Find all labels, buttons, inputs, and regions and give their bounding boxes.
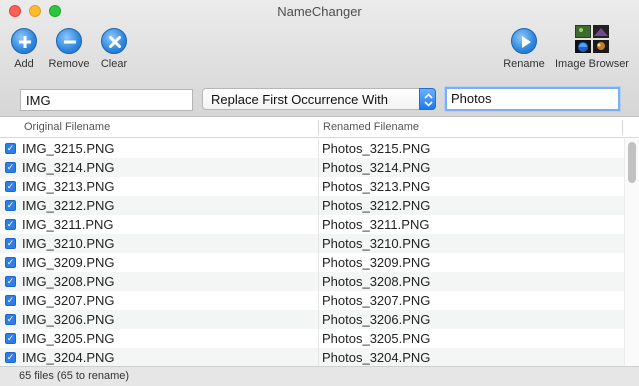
- rename-button[interactable]: Rename: [502, 28, 546, 70]
- original-text-value: IMG: [26, 93, 51, 108]
- renamed-filename-cell: Photos_3214.PNG: [322, 160, 431, 175]
- original-filename-cell: IMG_3206.PNG: [22, 312, 115, 327]
- original-filename-cell: IMG_3208.PNG: [22, 274, 115, 289]
- image-browser-button[interactable]: Image Browser: [551, 25, 633, 70]
- replacement-text-value: Photos: [451, 91, 492, 106]
- renamed-filename-cell: Photos_3209.PNG: [322, 255, 431, 270]
- clear-button[interactable]: Clear: [99, 28, 129, 70]
- renamed-filename-cell: Photos_3212.PNG: [322, 198, 431, 213]
- table-row[interactable]: ✓ IMG_3209.PNG Photos_3209.PNG: [0, 253, 639, 272]
- original-text-field[interactable]: IMG: [20, 89, 193, 111]
- table-row[interactable]: ✓ IMG_3205.PNG Photos_3205.PNG: [0, 329, 639, 348]
- original-filename-cell: IMG_3204.PNG: [22, 350, 115, 365]
- original-filename-cell: IMG_3211.PNG: [22, 217, 114, 232]
- row-checkbox[interactable]: ✓: [5, 257, 16, 268]
- x-icon: [101, 28, 127, 54]
- table-row[interactable]: ✓ IMG_3213.PNG Photos_3213.PNG: [0, 177, 639, 196]
- renamed-filename-cell: Photos_3204.PNG: [322, 350, 431, 365]
- original-filename-cell: IMG_3209.PNG: [22, 255, 115, 270]
- remove-button[interactable]: Remove: [47, 28, 91, 70]
- window-title: NameChanger: [277, 4, 362, 19]
- row-checkbox[interactable]: ✓: [5, 181, 16, 192]
- minus-icon: [56, 28, 82, 54]
- row-checkbox[interactable]: ✓: [5, 352, 16, 363]
- original-filename-cell: IMG_3210.PNG: [22, 236, 115, 251]
- header-renamed-filename[interactable]: Renamed Filename: [323, 121, 419, 133]
- original-filename-cell: IMG_3215.PNG: [22, 141, 115, 156]
- table-row[interactable]: ✓ IMG_3204.PNG Photos_3204.PNG: [0, 348, 639, 366]
- original-filename-cell: IMG_3212.PNG: [22, 198, 115, 213]
- rename-mode-value: Replace First Occurrence With: [211, 92, 388, 107]
- row-checkbox[interactable]: ✓: [5, 333, 16, 344]
- original-filename-cell: IMG_3205.PNG: [22, 331, 115, 346]
- image-browser-label: Image Browser: [555, 58, 629, 70]
- plus-icon: [11, 28, 37, 54]
- renamed-filename-cell: Photos_3208.PNG: [322, 274, 431, 289]
- rename-label: Rename: [503, 58, 545, 70]
- image-browser-icon: [551, 25, 633, 58]
- play-icon: [511, 28, 537, 54]
- replacement-text-field[interactable]: Photos: [445, 87, 620, 111]
- original-filename-cell: IMG_3213.PNG: [22, 179, 115, 194]
- renamed-filename-cell: Photos_3210.PNG: [322, 236, 431, 251]
- scrollbar-thumb[interactable]: [628, 142, 636, 183]
- table-header: Original Filename Renamed Filename: [0, 117, 639, 138]
- table-row[interactable]: ✓ IMG_3206.PNG Photos_3206.PNG: [0, 310, 639, 329]
- add-label: Add: [14, 58, 34, 70]
- toolbar-area: NameChanger Add Remove Clear Rename Imag…: [0, 0, 639, 117]
- row-checkbox[interactable]: ✓: [5, 314, 16, 325]
- table-row[interactable]: ✓ IMG_3212.PNG Photos_3212.PNG: [0, 196, 639, 215]
- row-checkbox[interactable]: ✓: [5, 200, 16, 211]
- table-row[interactable]: ✓ IMG_3215.PNG Photos_3215.PNG: [0, 139, 639, 158]
- app-window: NameChanger Add Remove Clear Rename Imag…: [0, 0, 639, 386]
- chevron-updown-icon: [419, 88, 436, 110]
- table-row[interactable]: ✓ IMG_3207.PNG Photos_3207.PNG: [0, 291, 639, 310]
- row-checkbox[interactable]: ✓: [5, 143, 16, 154]
- renamed-filename-cell: Photos_3205.PNG: [322, 331, 431, 346]
- original-filename-cell: IMG_3214.PNG: [22, 160, 115, 175]
- row-checkbox[interactable]: ✓: [5, 295, 16, 306]
- renamed-filename-cell: Photos_3206.PNG: [322, 312, 431, 327]
- table-body: ✓ IMG_3215.PNG Photos_3215.PNG ✓ IMG_321…: [0, 139, 639, 366]
- clear-label: Clear: [100, 58, 128, 70]
- column-divider: [318, 139, 319, 366]
- renamed-filename-cell: Photos_3211.PNG: [322, 217, 430, 232]
- table-row[interactable]: ✓ IMG_3211.PNG Photos_3211.PNG: [0, 215, 639, 234]
- table-row[interactable]: ✓ IMG_3208.PNG Photos_3208.PNG: [0, 272, 639, 291]
- row-checkbox[interactable]: ✓: [5, 162, 16, 173]
- file-table: Original Filename Renamed Filename ✓ IMG…: [0, 117, 639, 366]
- row-checkbox[interactable]: ✓: [5, 276, 16, 287]
- remove-label: Remove: [48, 58, 90, 70]
- table-row[interactable]: ✓ IMG_3214.PNG Photos_3214.PNG: [0, 158, 639, 177]
- row-checkbox[interactable]: ✓: [5, 238, 16, 249]
- original-filename-cell: IMG_3207.PNG: [22, 293, 115, 308]
- column-divider[interactable]: [622, 120, 623, 135]
- status-text: 65 files (65 to rename): [19, 370, 130, 382]
- rename-mode-select[interactable]: Replace First Occurrence With: [202, 88, 436, 110]
- renamed-filename-cell: Photos_3213.PNG: [322, 179, 431, 194]
- table-row[interactable]: ✓ IMG_3210.PNG Photos_3210.PNG: [0, 234, 639, 253]
- status-bar: 65 files (65 to rename): [0, 366, 639, 386]
- renamed-filename-cell: Photos_3215.PNG: [322, 141, 431, 156]
- renamed-filename-cell: Photos_3207.PNG: [322, 293, 431, 308]
- column-divider[interactable]: [318, 120, 319, 135]
- row-checkbox[interactable]: ✓: [5, 219, 16, 230]
- header-original-filename[interactable]: Original Filename: [24, 121, 110, 133]
- add-button[interactable]: Add: [9, 28, 39, 70]
